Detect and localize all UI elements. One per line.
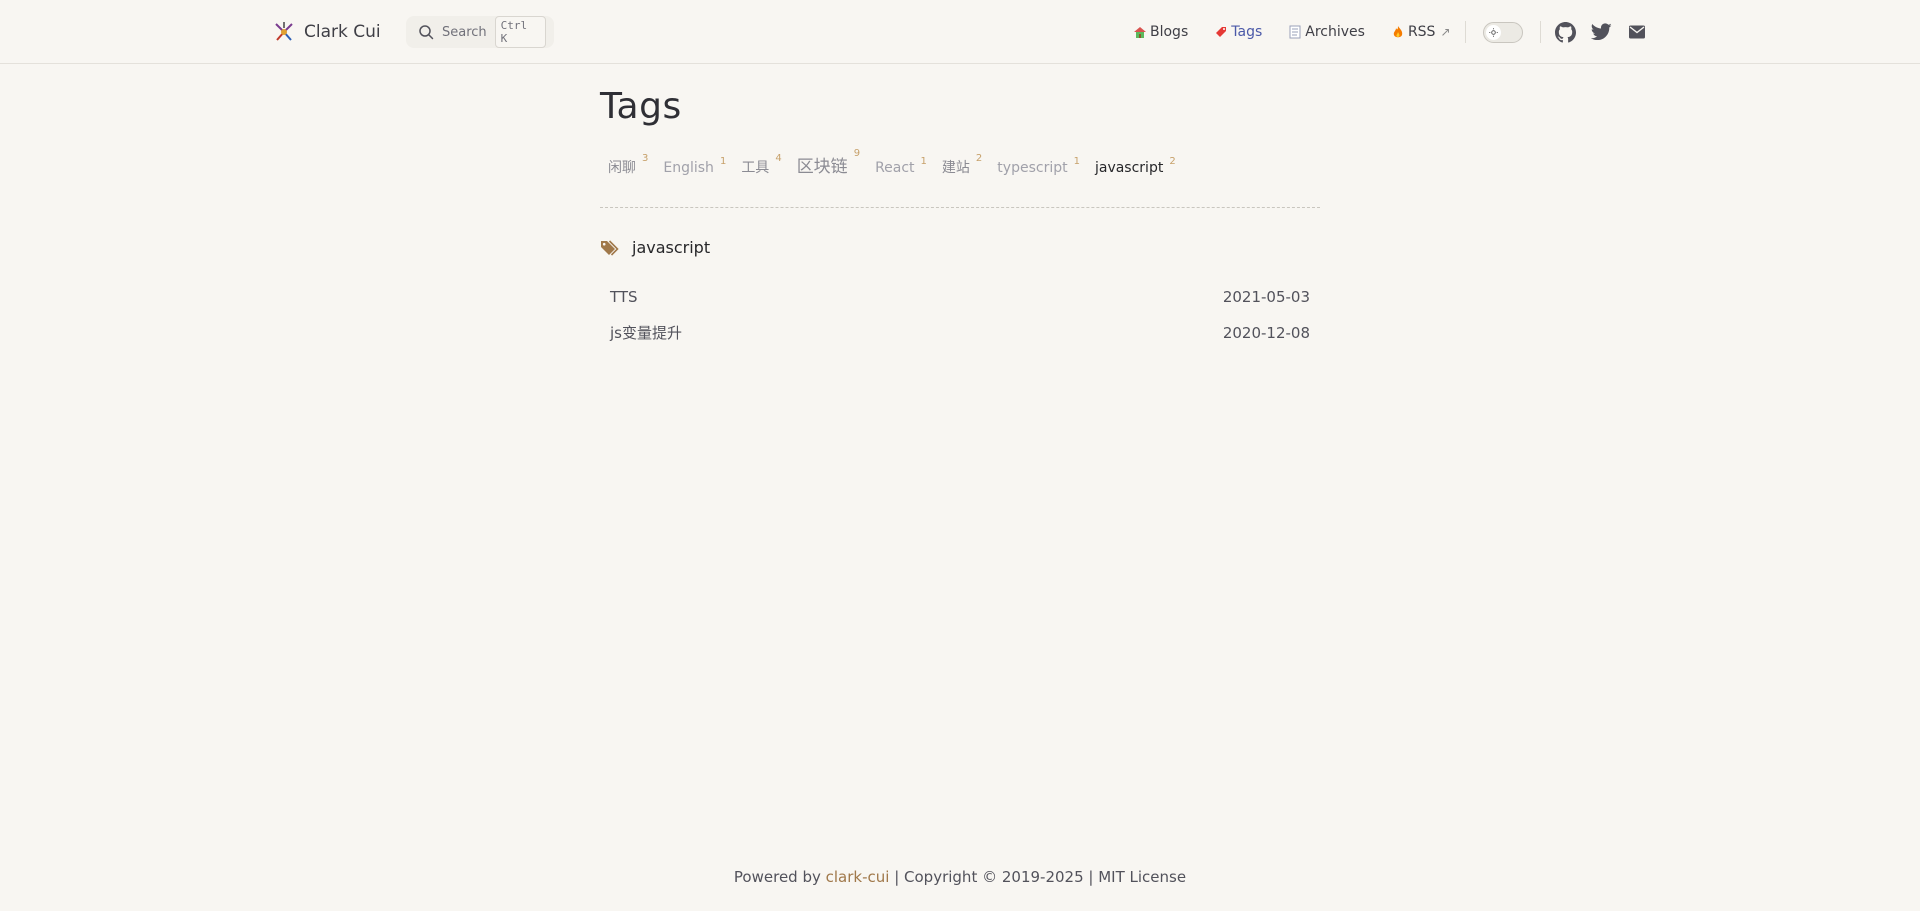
post-title: js变量提升 (610, 324, 682, 342)
site-header: Clark Cui Search Ctrl K Blogs Tags Archi… (0, 0, 1920, 64)
section-header: javascript (600, 238, 710, 257)
bookmark-emoji-icon (1214, 25, 1228, 39)
theme-toggle[interactable] (1483, 22, 1523, 43)
tag-count: 2 (975, 153, 983, 164)
github-icon[interactable] (1554, 21, 1576, 43)
tag-name: typescript (997, 160, 1068, 176)
tag-item[interactable]: 工具 4 (741, 153, 781, 177)
post-date: 2021-05-03 (1222, 288, 1310, 306)
tag-name: React (875, 160, 915, 176)
nav-tags-label: Tags (1231, 24, 1263, 40)
tag-count: 1 (719, 156, 727, 167)
section-divider (600, 207, 1320, 208)
main-nav: Blogs Tags Archives RSS ↗ (1133, 20, 1477, 44)
footer-suffix: | Copyright © 2019-2025 | MIT License (889, 868, 1187, 886)
tag-name: English (663, 160, 714, 176)
tag-item[interactable]: English 1 (663, 156, 726, 176)
tag-item-selected[interactable]: javascript 2 (1094, 156, 1176, 176)
nav-tags[interactable]: Tags (1214, 24, 1262, 40)
external-link-icon: ↗ (1440, 25, 1451, 39)
search-placeholder: Search (442, 24, 487, 40)
header-divider (1465, 21, 1466, 43)
search-icon (418, 24, 434, 40)
tag-item[interactable]: 区块链 9 (796, 148, 860, 177)
brand-logo-icon (272, 20, 296, 44)
tag-count: 9 (853, 148, 861, 159)
fire-emoji-icon (1391, 25, 1405, 39)
search-shortcut: Ctrl K (494, 16, 546, 48)
twitter-icon[interactable] (1590, 21, 1612, 43)
header-divider (1540, 21, 1541, 43)
tag-count: 4 (775, 153, 782, 164)
nav-blogs[interactable]: Blogs (1133, 24, 1188, 40)
site-footer: Powered by clark-cui | Copyright © 2019-… (0, 868, 1920, 886)
tag-list: 闲聊 3 English 1 工具 4 区块链 9 React 1 建站 2 t… (608, 148, 1191, 177)
page-title: Tags (600, 86, 682, 127)
post-item[interactable]: js变量提升 2020-12-08 (610, 322, 1310, 343)
tag-item[interactable]: typescript 1 (997, 156, 1080, 176)
search-button[interactable]: Search Ctrl K (406, 16, 554, 48)
nav-rss-label: RSS (1407, 24, 1436, 40)
mail-icon[interactable] (1626, 21, 1648, 43)
post-item[interactable]: TTS 2021-05-03 (610, 288, 1310, 306)
brand-name: Clark Cui (304, 22, 381, 42)
tag-name: 建站 (941, 160, 970, 176)
house-emoji-icon (1133, 25, 1147, 39)
footer-prefix: Powered by (733, 868, 826, 886)
nav-archives-label: Archives (1305, 24, 1365, 40)
tag-count: 1 (1073, 156, 1080, 167)
post-date: 2020-12-08 (1222, 323, 1310, 342)
tag-count: 1 (920, 156, 927, 167)
footer-author-link[interactable]: clark-cui (826, 868, 890, 886)
brand-link[interactable]: Clark Cui (272, 20, 381, 44)
tag-count: 2 (1169, 156, 1176, 167)
tags-icon (600, 239, 620, 257)
nav-rss[interactable]: RSS ↗ (1391, 24, 1451, 40)
tag-name: 区块链 (796, 157, 848, 177)
tag-name: 工具 (741, 160, 770, 176)
sun-icon (1486, 25, 1501, 40)
post-title: TTS (610, 288, 638, 306)
nav-archives[interactable]: Archives (1288, 24, 1365, 40)
tag-count: 3 (642, 153, 649, 164)
tag-item[interactable]: 闲聊 3 (608, 153, 648, 177)
tag-item[interactable]: 建站 2 (941, 153, 982, 177)
nav-blogs-label: Blogs (1150, 24, 1189, 40)
tag-name: 闲聊 (608, 160, 636, 176)
tag-item[interactable]: React 1 (875, 156, 927, 176)
notepad-emoji-icon (1288, 25, 1302, 39)
tag-name: javascript (1094, 160, 1164, 176)
section-title: javascript (632, 238, 711, 257)
